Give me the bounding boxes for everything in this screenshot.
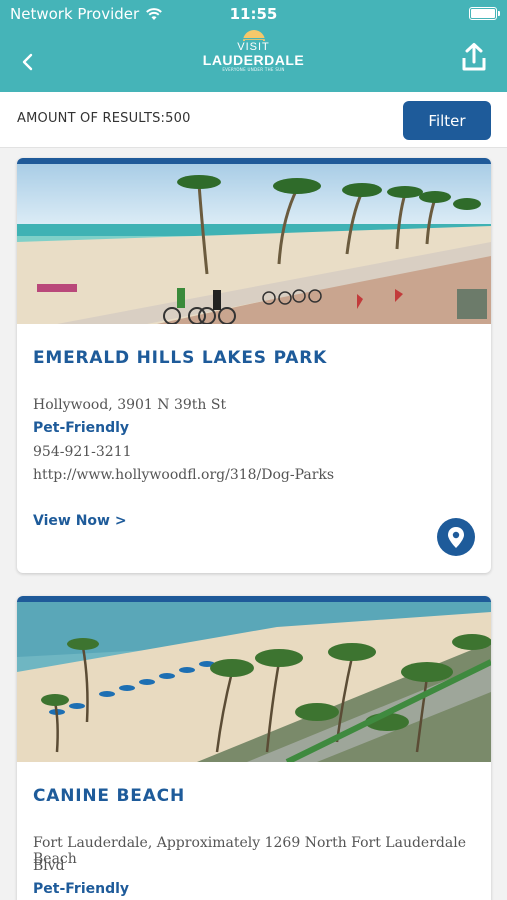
pet-friendly-badge: Pet-Friendly [33,420,130,436]
listing-phone[interactable]: 954-921-3211 [33,444,132,460]
battery-icon [469,7,500,20]
listing-address-continued: Blvd [33,858,65,874]
card-accent-bar [17,158,491,164]
view-now-link[interactable]: View Now > [33,513,127,529]
aerial-beach-palms-photo [17,602,491,762]
app-header: Network Provider 11:55 VISIT LAUDERDALE … [0,0,507,92]
listing-address: Fort Lauderdale, Approximately 1269 Nort… [33,835,466,867]
listing-url[interactable]: http://www.hollywoodfl.org/318/Dog-Parks [33,467,334,483]
pet-friendly-badge: Pet-Friendly [33,881,130,897]
visit-lauderdale-logo: VISIT LAUDERDALE EVERYONE UNDER THE SUN [200,28,307,84]
beach-boardwalk-cyclists-photo [17,164,491,324]
card-accent-bar [17,596,491,602]
listing-address: Hollywood, 3901 N 39th St [33,397,227,413]
filter-button[interactable]: Filter [403,101,491,140]
listing-title[interactable]: EMERALD HILLS LAKES PARK [33,348,327,368]
listing-title[interactable]: CANINE BEACH [33,786,185,806]
logo-tagline: EVERYONE UNDER THE SUN [222,67,285,72]
chevron-left-icon [22,53,33,71]
results-bar: AMOUNT OF RESULTS:500 Filter [0,92,507,148]
clock: 11:55 [229,5,278,23]
sun-logo-icon [242,30,265,42]
status-bar: Network Provider 11:55 [0,0,507,28]
location-pin-icon [448,527,464,548]
back-button[interactable] [16,48,40,76]
share-upload-icon [462,43,486,71]
share-button[interactable] [459,42,489,74]
results-count: AMOUNT OF RESULTS:500 [17,111,191,126]
listing-card[interactable]: EMERALD HILLS LAKES PARK Hollywood, 3901… [17,158,491,573]
logo-line-lauderdale: LAUDERDALE [202,52,305,68]
listing-card[interactable]: CANINE BEACH Fort Lauderdale, Approximat… [17,596,491,900]
map-pin-button[interactable] [437,518,475,556]
